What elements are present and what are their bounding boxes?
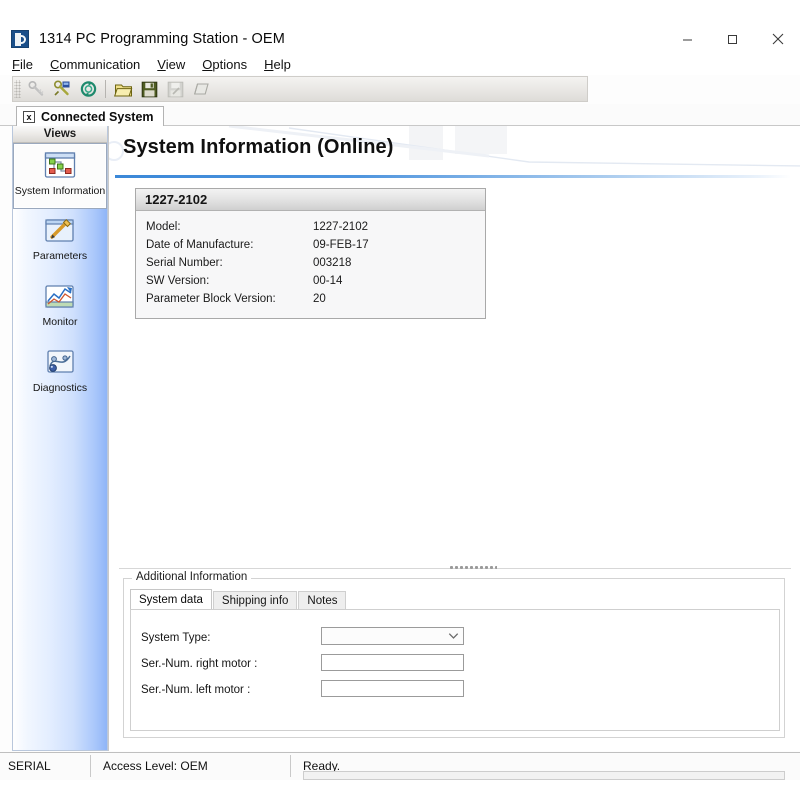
left-motor-serial-input[interactable] bbox=[321, 680, 464, 697]
top-margin bbox=[0, 0, 800, 20]
info-value-sw-version: 00-14 bbox=[313, 275, 343, 287]
field-label-system-type: System Type: bbox=[141, 628, 210, 647]
views-sidebar: Views System Information Parameters Moni… bbox=[12, 126, 108, 751]
info-value-model: 1227-2102 bbox=[313, 221, 368, 233]
sidebar-item-system-information-label: System Information bbox=[14, 185, 106, 197]
tab-close-icon[interactable]: x bbox=[23, 110, 35, 123]
menu-item-communication[interactable]: Communication bbox=[50, 57, 140, 72]
system-info-rows: Model: 1227-2102 Date of Manufacture: 09… bbox=[136, 211, 485, 308]
field-label-left-motor-serial-text: Ser.-Num. left motor : bbox=[141, 683, 251, 696]
tab-notes[interactable]: Notes bbox=[298, 591, 347, 609]
window-title: 1314 PC Programming Station - OEM bbox=[39, 31, 285, 47]
field-label-left-motor-serial: Ser.-Num. left motor : bbox=[141, 680, 250, 699]
info-label-date-of-manufacture: Date of Manufacture: bbox=[146, 239, 254, 251]
menu-item-options-accel: O bbox=[202, 56, 213, 72]
system-info-card-header: 1227-2102 bbox=[136, 189, 485, 211]
tab-connected-system[interactable]: x Connected System bbox=[16, 106, 164, 126]
page-title: System Information (Online) bbox=[123, 136, 394, 158]
info-row-parameter-block-version: Parameter Block Version: 20 bbox=[136, 290, 485, 308]
info-value-parameter-block-version: 20 bbox=[313, 293, 326, 305]
save-as-icon[interactable] bbox=[163, 78, 187, 100]
work-area: Views System Information Parameters Moni… bbox=[0, 126, 800, 752]
system-data-panel: System Type: Ser.-Num. right motor : Ser… bbox=[130, 609, 780, 731]
status-progress-bar bbox=[303, 771, 785, 780]
info-row-model: Model: 1227-2102 bbox=[136, 218, 485, 236]
sidebar-item-monitor[interactable]: Monitor bbox=[13, 275, 107, 341]
sidebar-item-parameters[interactable]: Parameters bbox=[13, 209, 107, 275]
clear-icon[interactable] bbox=[189, 78, 213, 100]
content-pane: System Information (Online) 1227-2102 Mo… bbox=[108, 126, 800, 751]
toolbar-grip[interactable] bbox=[14, 80, 21, 98]
diagnostics-icon bbox=[43, 347, 77, 379]
right-motor-serial-input[interactable] bbox=[321, 654, 464, 671]
menu-item-help[interactable]: Help bbox=[264, 57, 291, 72]
tab-connected-system-label: Connected System bbox=[41, 109, 154, 124]
field-label-right-motor-serial-text: Ser.-Num. right motor : bbox=[141, 657, 258, 670]
status-connection: SERIAL bbox=[8, 759, 51, 773]
tab-shipping-info-label: Shipping info bbox=[221, 594, 289, 607]
system-info-card: 1227-2102 Model: 1227-2102 Date of Manuf… bbox=[135, 188, 486, 319]
info-row-date-of-manufacture: Date of Manufacture: 09-FEB-17 bbox=[136, 236, 485, 254]
menu-item-options-rest: ptions bbox=[212, 56, 248, 72]
tab-shipping-info[interactable]: Shipping info bbox=[212, 591, 298, 609]
system-info-card-header-label: 1227-2102 bbox=[145, 192, 208, 207]
info-label-serial-number: Serial Number: bbox=[146, 257, 223, 269]
splitter-grip[interactable] bbox=[449, 565, 497, 570]
status-divider-2 bbox=[290, 755, 291, 777]
menu-item-file-rest: ile bbox=[19, 56, 33, 72]
bottom-margin bbox=[0, 780, 800, 800]
field-label-system-type-text: System Type: bbox=[141, 631, 211, 644]
open-folder-icon[interactable] bbox=[111, 78, 135, 100]
menu-item-view-accel: V bbox=[157, 56, 166, 72]
tab-system-data[interactable]: System data bbox=[130, 589, 212, 609]
app-icon bbox=[11, 30, 29, 48]
document-tab-strip: x Connected System bbox=[0, 104, 800, 126]
additional-information-legend: Additional Information bbox=[132, 571, 252, 583]
menu-bar: File Communication View Options Help bbox=[0, 53, 800, 75]
menu-item-options[interactable]: Options bbox=[202, 57, 247, 72]
status-bar: SERIAL Access Level: OEM Ready. bbox=[0, 752, 800, 780]
views-header-label: Views bbox=[43, 128, 77, 140]
menu-item-view[interactable]: View bbox=[157, 57, 185, 72]
status-divider-1 bbox=[90, 755, 91, 777]
monitor-icon bbox=[43, 281, 77, 313]
sidebar-item-diagnostics[interactable]: Diagnostics bbox=[13, 341, 107, 407]
info-value-date-of-manufacture: 09-FEB-17 bbox=[313, 239, 369, 251]
additional-information-group: Additional Information System data Shipp… bbox=[123, 571, 785, 738]
parameters-icon bbox=[43, 215, 77, 247]
refresh-icon[interactable] bbox=[76, 78, 100, 100]
sidebar-item-parameters-label: Parameters bbox=[32, 250, 88, 262]
menu-item-file-accel: F bbox=[12, 56, 20, 72]
toolbar-separator bbox=[105, 80, 106, 98]
toolbar bbox=[12, 76, 588, 102]
info-row-sw-version: SW Version: 00-14 bbox=[136, 272, 485, 290]
sidebar-item-diagnostics-label: Diagnostics bbox=[32, 382, 88, 394]
views-header: Views bbox=[13, 126, 107, 143]
info-label-parameter-block-version: Parameter Block Version: bbox=[146, 293, 276, 305]
disconnect-icon[interactable] bbox=[50, 78, 74, 100]
title-underline bbox=[115, 175, 791, 178]
info-row-serial-number: Serial Number: 003218 bbox=[136, 254, 485, 272]
status-access-level: Access Level: OEM bbox=[103, 759, 208, 773]
save-icon[interactable] bbox=[137, 78, 161, 100]
chevron-down-icon[interactable] bbox=[448, 632, 459, 640]
sidebar-item-system-information[interactable]: System Information bbox=[13, 143, 107, 209]
menu-item-view-rest: iew bbox=[165, 56, 186, 72]
tab-notes-label: Notes bbox=[307, 594, 338, 607]
tab-system-data-label: System data bbox=[139, 593, 203, 606]
menu-item-communication-accel: C bbox=[49, 56, 60, 72]
connect-icon[interactable] bbox=[24, 78, 48, 100]
field-label-right-motor-serial: Ser.-Num. right motor : bbox=[141, 654, 257, 673]
menu-item-communication-rest: ommunication bbox=[59, 56, 141, 72]
info-label-model: Model: bbox=[146, 221, 181, 233]
menu-item-file[interactable]: File bbox=[12, 57, 33, 72]
application-window: 1314 PC Programming Station - OEM File C… bbox=[0, 0, 800, 800]
menu-item-help-rest: elp bbox=[273, 56, 291, 72]
system-type-combobox[interactable] bbox=[321, 627, 464, 645]
info-label-sw-version: SW Version: bbox=[146, 275, 210, 287]
additional-information-tabs: System data Shipping info Notes bbox=[130, 589, 347, 609]
system-information-icon bbox=[43, 150, 77, 182]
info-value-serial-number: 003218 bbox=[313, 257, 352, 269]
sidebar-item-monitor-label: Monitor bbox=[42, 316, 78, 328]
